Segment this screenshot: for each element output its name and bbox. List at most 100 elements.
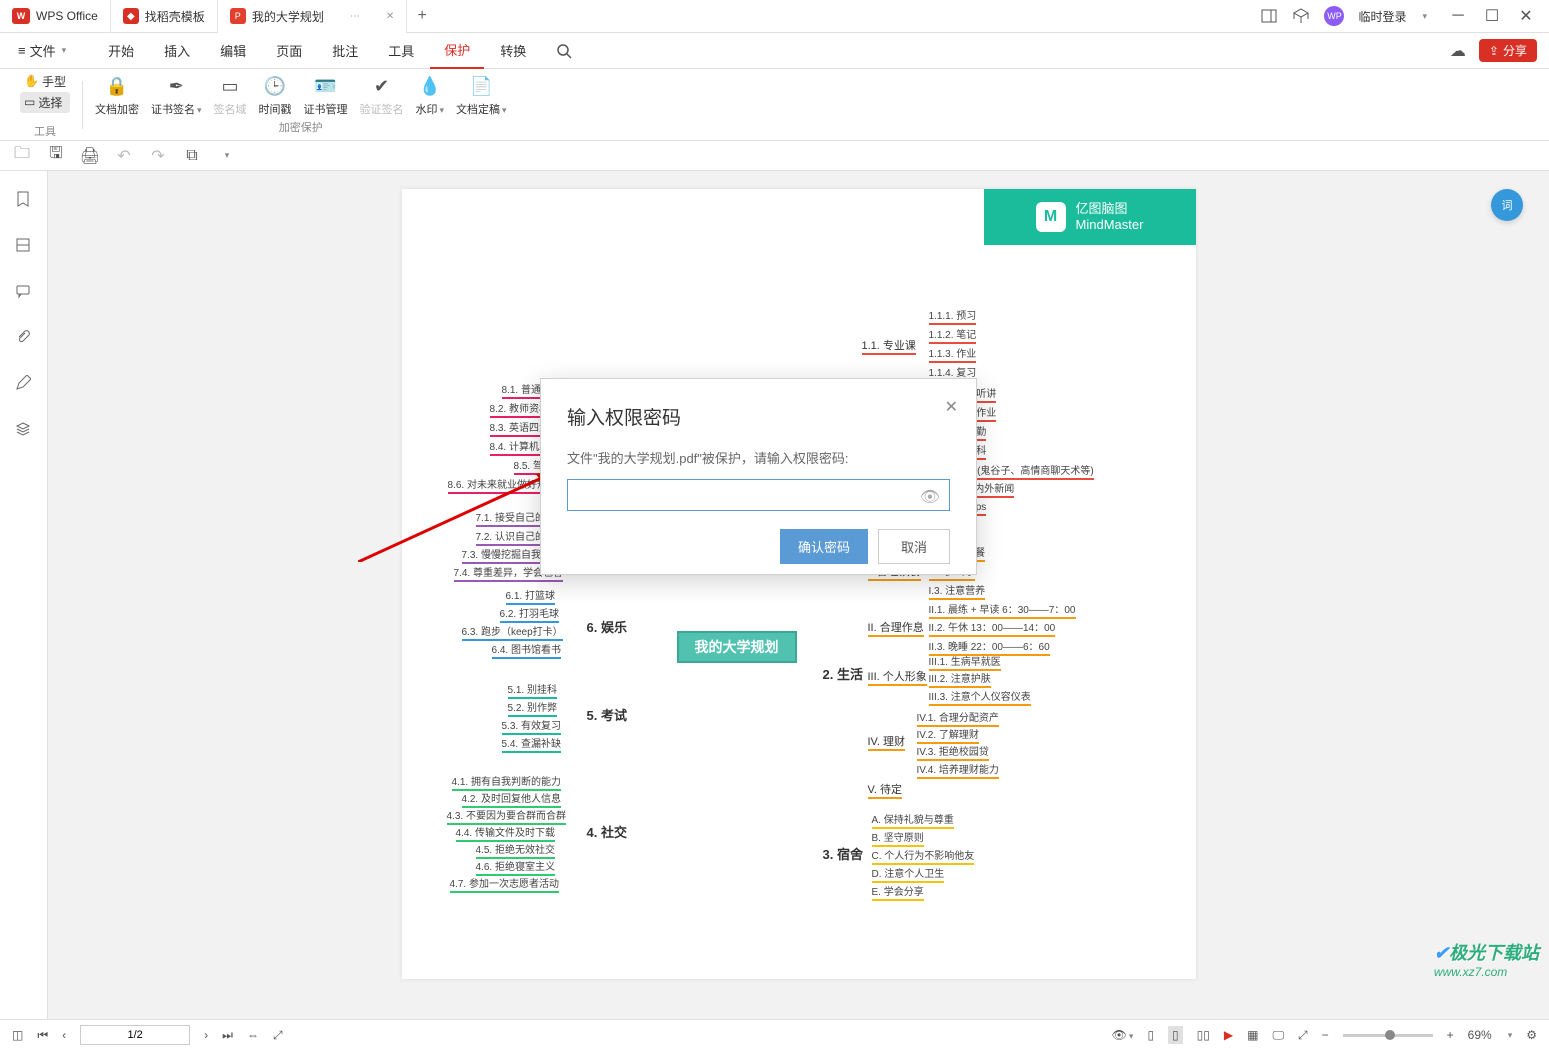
thumbnail-icon[interactable] <box>15 237 33 255</box>
signature-icon: ✒ <box>164 74 188 98</box>
encrypt-button[interactable]: 🔒文档加密 <box>95 74 139 117</box>
expand-icon[interactable]: ⤢ <box>1298 1028 1308 1043</box>
leaf: 4.2. 及时回复他人信息 <box>462 790 561 808</box>
watermark-label: 水印 <box>416 104 438 116</box>
layout-icon[interactable] <box>1260 7 1278 25</box>
cube-icon[interactable] <box>1292 7 1310 25</box>
leaf: E. 学会分享 <box>872 883 924 901</box>
timestamp-label: 时间戳 <box>259 101 292 117</box>
leaf: III.2. 注意护肤 <box>929 670 991 688</box>
watermark-icon: 💧 <box>418 74 442 98</box>
select-tool[interactable]: ▭选择 <box>20 92 70 113</box>
menu-convert[interactable]: 转换 <box>486 33 540 69</box>
menu-insert[interactable]: 插入 <box>150 33 204 69</box>
hand-tool[interactable]: ✋手型 <box>20 71 70 92</box>
branch-5: 5. 考试 <box>587 705 627 724</box>
leaf: 5.2. 别作弊 <box>508 699 557 717</box>
screen-icon[interactable]: 🖵 <box>1272 1028 1284 1043</box>
eye-icon[interactable]: 👁 <box>920 487 940 507</box>
add-tab-button[interactable]: + <box>407 7 437 25</box>
quick-access-bar: 🗀 🖫 🖨 ↶ ↷ ⧉ ▾ <box>0 141 1549 171</box>
leaf: I.3. 注意营养 <box>929 582 986 600</box>
watermark-button[interactable]: 💧水印▾ <box>416 74 445 117</box>
menu-search[interactable] <box>542 33 586 69</box>
minimize-button[interactable]: ─ <box>1441 0 1475 33</box>
confirm-button[interactable]: 确认密码 <box>780 529 868 564</box>
group-tools-label: 工具 <box>34 121 56 139</box>
avatar[interactable]: WP <box>1324 6 1344 26</box>
open-icon[interactable]: 🗀 <box>14 148 30 164</box>
float-badge[interactable]: 词 <box>1491 189 1523 221</box>
comment-icon[interactable] <box>15 283 33 301</box>
branch-6: 6. 娱乐 <box>587 617 627 636</box>
file-menu[interactable]: ≡ 文件 ▾ <box>12 39 72 62</box>
print-icon[interactable]: 🖨 <box>82 148 98 164</box>
mindmap-root: 我的大学规划 <box>677 631 797 663</box>
leaf: 6.2. 打羽毛球 <box>500 605 559 623</box>
cloud-icon[interactable]: ☁ <box>1449 42 1467 60</box>
menu-protect[interactable]: 保护 <box>430 33 484 69</box>
copy-icon[interactable]: ⧉ <box>184 148 200 164</box>
node: V. 待定 <box>868 781 902 799</box>
canvas-area[interactable]: M 亿图脑图MindMaster 我的大学规划 1.1. 专业课 1.1.1. … <box>48 171 1549 1019</box>
leaf: II.2. 午休 13：00——14：00 <box>929 619 1056 637</box>
leaf: B. 坚守原则 <box>872 829 924 847</box>
leaf: 5.3. 有效复习 <box>502 717 561 735</box>
tab-close-icon[interactable]: ✕ <box>386 11 394 22</box>
leaf: 1.1.3. 作业 <box>929 345 977 363</box>
cert-sign-label: 证书签名 <box>151 104 195 116</box>
leaf: IV.4. 培养理财能力 <box>917 761 999 779</box>
page-input[interactable] <box>80 1025 190 1045</box>
attachment-icon[interactable] <box>15 329 33 347</box>
leaf: 1.1.2. 笔记 <box>929 326 977 344</box>
brand-en: MindMaster <box>1076 217 1144 233</box>
view-single-icon[interactable]: ▯ <box>1168 1026 1183 1044</box>
zoom-slider[interactable] <box>1343 1034 1433 1037</box>
cancel-button[interactable]: 取消 <box>878 529 950 564</box>
dialog-close-button[interactable]: ✕ <box>945 397 958 417</box>
pen-icon[interactable] <box>15 375 33 393</box>
select-label: 选择 <box>38 94 62 111</box>
close-button[interactable]: ✕ <box>1509 0 1543 33</box>
tab-wps-home[interactable]: W WPS Office <box>0 0 111 33</box>
more-icon[interactable]: ▾ <box>218 148 234 164</box>
layers-icon[interactable] <box>15 421 33 439</box>
tab-document[interactable]: P 我的大学规划 ⋯ ✕ <box>218 0 407 33</box>
login-status[interactable]: 临时登录 <box>1358 8 1406 25</box>
menu-tools[interactable]: 工具 <box>374 33 428 69</box>
cert-sign-button[interactable]: ✒证书签名▾ <box>151 74 202 117</box>
cert-manage-label: 证书管理 <box>304 101 348 117</box>
leaf: IV.2. 了解理财 <box>917 726 979 744</box>
leaf: 6.3. 跑步（keep打卡） <box>462 623 563 641</box>
dialog-message: 文件"我的大学规划.pdf"被保护，请输入权限密码: <box>567 448 950 467</box>
hand-icon: ✋ <box>24 74 39 88</box>
leaf: 5.1. 别挂科 <box>508 681 557 699</box>
hand-label: 手型 <box>42 73 66 90</box>
verify-sign-label: 验证签名 <box>360 101 404 117</box>
cert-manage-button[interactable]: 🪪证书管理 <box>304 74 348 117</box>
leaf: D. 注意个人卫生 <box>872 865 945 883</box>
timestamp-button[interactable]: 🕒 时间戳 <box>259 74 292 117</box>
doc-lock-button[interactable]: 📄文档定稿▾ <box>456 74 507 117</box>
password-input[interactable] <box>567 479 950 511</box>
leaf: III.1. 生病早就医 <box>929 653 1001 671</box>
menu-start[interactable]: 开始 <box>94 33 148 69</box>
fit-page-icon[interactable]: ⤢ <box>273 1028 283 1043</box>
share-button[interactable]: ⇪ 分享 <box>1479 39 1537 62</box>
bookmark-icon[interactable] <box>15 191 33 209</box>
mindmaster-logo-icon: M <box>1036 202 1066 232</box>
first-page-icon[interactable]: ⏮ <box>37 1028 48 1043</box>
clock-icon: 🕒 <box>263 74 287 98</box>
save-icon[interactable]: 🖫 <box>48 148 64 164</box>
redo-icon[interactable]: ↷ <box>150 148 166 164</box>
file-menu-label: 文件 <box>30 41 56 60</box>
sign-domain-label: 签名域 <box>214 101 247 117</box>
last-page-icon[interactable]: ⏭ <box>222 1028 233 1043</box>
undo-icon[interactable]: ↶ <box>116 148 132 164</box>
menu-page[interactable]: 页面 <box>262 33 316 69</box>
tab-template[interactable]: ◆ 找稻壳模板 <box>111 0 218 33</box>
menu-annotate[interactable]: 批注 <box>318 33 372 69</box>
maximize-button[interactable]: ☐ <box>1475 0 1509 33</box>
menu-edit[interactable]: 编辑 <box>206 33 260 69</box>
tab-menu-icon[interactable]: ⋯ <box>350 11 360 22</box>
